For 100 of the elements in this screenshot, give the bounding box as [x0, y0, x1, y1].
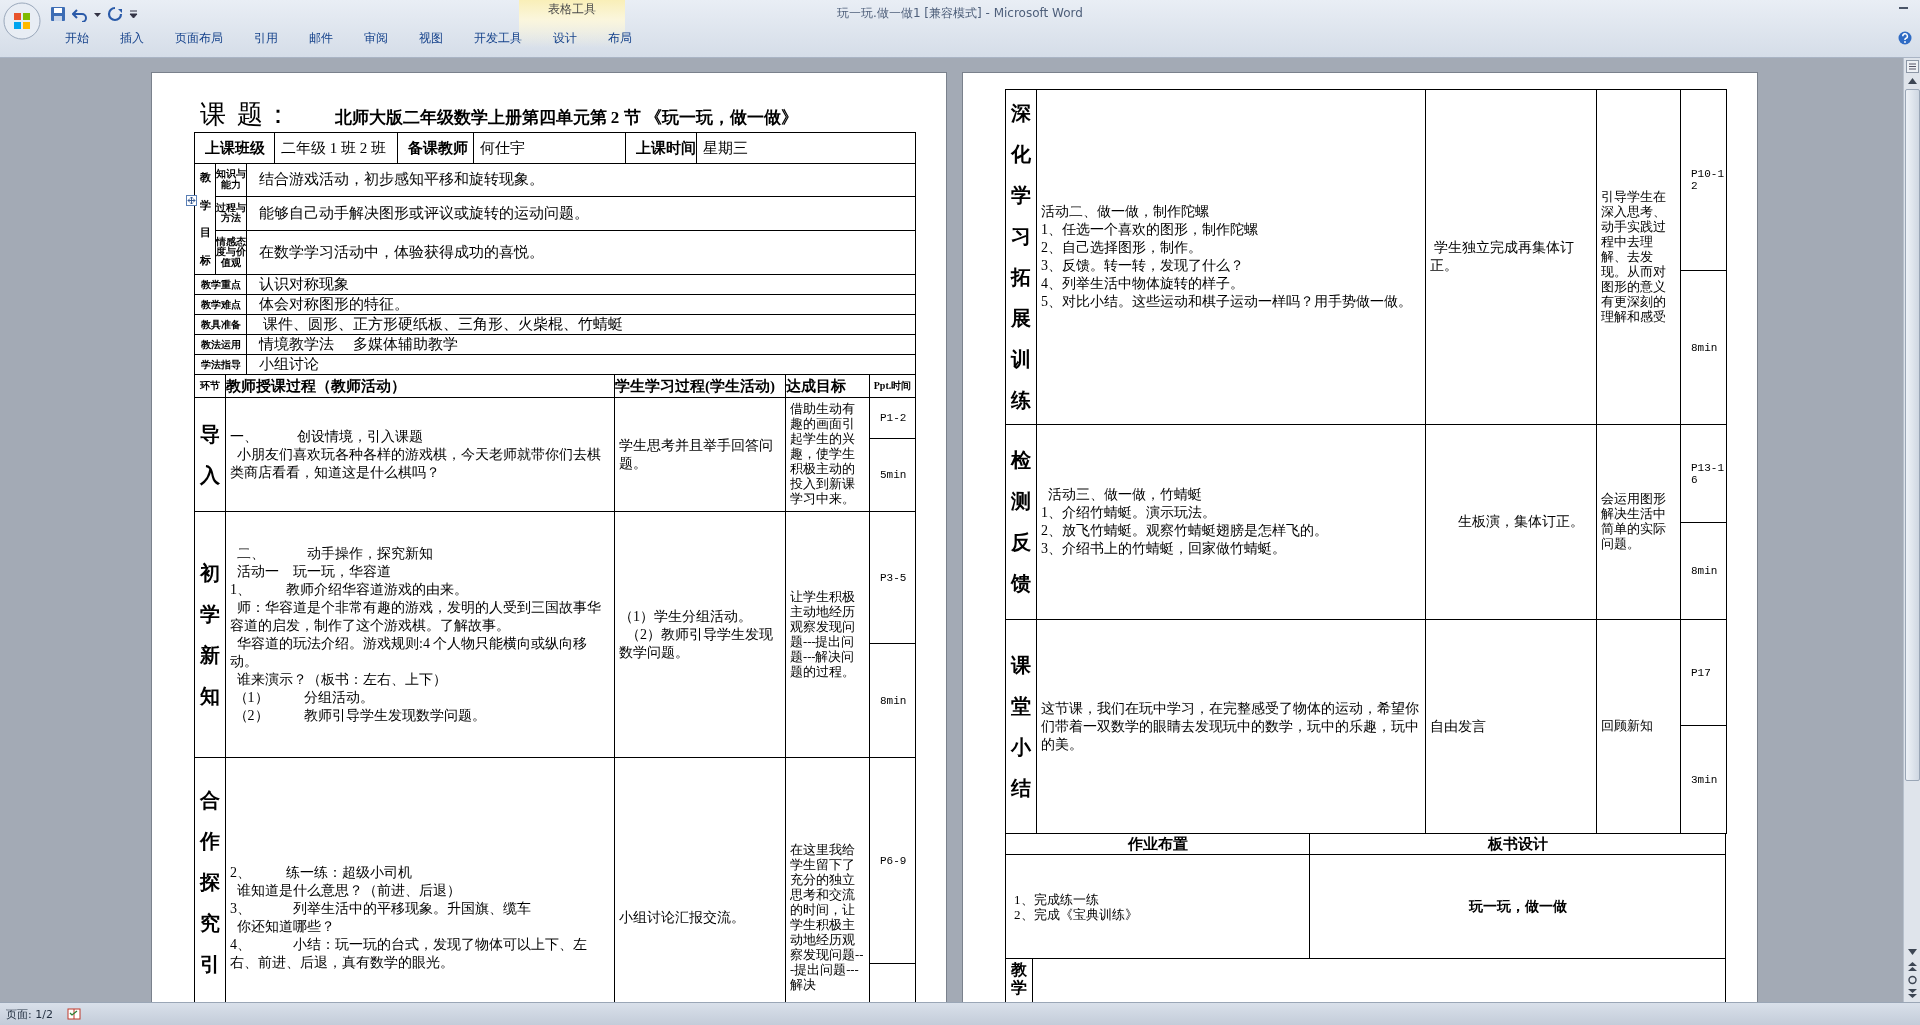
field-text: 体会对称图形的特征。	[258, 296, 409, 312]
paragraph: 5、对比小结。这些运动和棋子运动一样吗？用手势做一做。	[1040, 293, 1413, 311]
column-header: 教师授课过程（教师活动）	[226, 377, 406, 394]
paragraph: 谁来演示？（板书：左右、上下）	[236, 670, 448, 689]
slide-range: P10-12	[1691, 168, 1725, 192]
field-label: 教法运用	[199, 337, 242, 352]
duration: 5min	[880, 469, 907, 481]
duration: 8min	[1691, 565, 1718, 577]
goal-text: 在这里我给学生留下了充分的独立思考和交流的时间，让学生积极主动地经历观察发现问题---提出问题---解决	[789, 843, 865, 993]
ribbon-tab[interactable]: 审阅	[349, 27, 403, 49]
field-value: 星期三	[702, 139, 748, 156]
paragraph: 师：华容道是个非常有趣的游戏，发明的人受到三国故事华容道的启发，制作了这个游戏棋。了解故事。	[229, 598, 602, 635]
slide-range: P13-16	[1691, 461, 1725, 486]
paragraph: 2、放飞竹蜻蜓。观察竹蜻蜓翅膀是怎样飞的。	[1040, 522, 1329, 540]
column-header: 环节	[199, 379, 221, 393]
aspect-label: 知识与能力	[216, 169, 246, 191]
redo-icon[interactable]	[107, 5, 123, 22]
goal-text: 借助生动有趣的画面引起学生的兴趣，使学生积极主动的投入到新课学习中来。	[789, 402, 856, 507]
field-text: 小组讨论	[258, 356, 319, 372]
field-text: 情境教学法 多媒体辅助教学	[257, 336, 458, 352]
paragraph: （2） 教师引导学生发现数学问题。	[232, 706, 487, 725]
ribbon-tab[interactable]: 视图	[404, 27, 458, 49]
ribbon-tab[interactable]: 开始	[50, 27, 104, 49]
ribbon-tab[interactable]: 邮件	[294, 27, 348, 49]
stage-label: 检测反馈	[1011, 448, 1031, 596]
field-label: 上课时间	[635, 139, 696, 156]
column-header: 学生学习过程(学生活动)	[615, 377, 775, 394]
field-label: 教学重点	[199, 277, 242, 292]
homework-item: 1、完成练一练	[1013, 891, 1100, 907]
page-indicator[interactable]: 页面: 1/2	[6, 1006, 53, 1022]
tool-group-label: 表格工具	[548, 1, 596, 18]
office-button[interactable]	[3, 2, 41, 40]
paragraph: （1）学生分组活动。	[618, 607, 753, 626]
scroll-thumb[interactable]	[1904, 89, 1920, 781]
goal-text: 引导学生在深入思考、动手实践过程中去理解、去发现。从而对图形的意义有更深刻的理解和感受	[1600, 189, 1667, 325]
column-header: 达成目标	[786, 377, 846, 394]
goal-text: 会运用图形解决生活中简单的实际问题。	[1600, 492, 1667, 552]
field-label: 上课班级	[204, 139, 265, 156]
proofing-book-icon[interactable]	[66, 1007, 81, 1021]
paragraph: 1、任选一个喜欢的图形，制作陀螺	[1040, 221, 1259, 239]
table-move-handle-icon[interactable]	[186, 195, 197, 206]
slide-range: P6-9	[880, 854, 907, 867]
ribbon-tab[interactable]: 布局	[593, 27, 647, 49]
duration: 8min	[880, 694, 907, 707]
paragraph: 3、 列举生活中的平移现象。升国旗、缆车	[229, 900, 532, 918]
duration: 3min	[1691, 773, 1718, 786]
window-title: 玩一玩.做一做1 [兼容模式] - Microsoft Word	[837, 6, 1083, 20]
column-header: 作业布置	[1126, 834, 1189, 854]
paragraph: （1） 分组活动。	[232, 688, 375, 707]
paragraph: 3、介绍书上的竹蜻蜓，回家做竹蜻蜓。	[1040, 540, 1287, 558]
ruler-toggle-icon[interactable]	[1905, 60, 1919, 73]
objective-text: 在数学学习活动中，体验获得成功的喜悦。	[258, 243, 544, 260]
paragraph: 2、自己选择图形，制作。	[1040, 239, 1203, 257]
field-label: 教学难点	[199, 297, 242, 312]
paragraph: 1、 教师介绍华容道游戏的由来。	[229, 580, 469, 599]
help-icon[interactable]	[1898, 31, 1912, 45]
ribbon-tab[interactable]: 页面布局	[160, 27, 238, 49]
paragraph: 一、 创设情境，引入课题	[229, 427, 424, 446]
lesson-title-label: 课 题：	[200, 99, 293, 131]
paragraph: 活动二、做一做，制作陀螺	[1040, 203, 1210, 221]
field-value: 何仕宇	[479, 139, 525, 156]
paragraph: 生板演，集体订正。	[1457, 513, 1585, 531]
scroll-up-icon[interactable]	[1905, 75, 1919, 87]
paragraph: 4、列举生活中物体旋转的样子。	[1040, 275, 1245, 293]
paragraph: （2）教师引导学生发现数学问题。	[618, 625, 774, 662]
scroll-down-icon[interactable]	[1905, 946, 1919, 958]
ribbon-tab[interactable]: 设计	[538, 27, 592, 49]
browse-object-icon[interactable]	[1905, 974, 1919, 986]
homework-item: 2、完成《宝典训练》	[1013, 906, 1139, 922]
stage-label: 初学新知	[200, 560, 220, 709]
column-header: 板书设计	[1486, 834, 1549, 854]
paragraph: 谁知道是什么意思？（前进、后退）	[236, 882, 462, 900]
row-label: 教学	[1011, 960, 1027, 997]
field-label: 教具准备	[199, 317, 242, 332]
slide-range: P17	[1691, 666, 1711, 679]
save-icon[interactable]	[50, 5, 66, 22]
lesson-title: 北师大版二年级数学上册第四单元第 2 节 《玩一玩，做一做》	[334, 107, 798, 129]
ribbon-tab[interactable]: 插入	[105, 27, 159, 49]
stage-label: 课堂小结	[1011, 652, 1031, 801]
field-label: 备课教师	[407, 139, 468, 156]
aspect-label: 过程与方法	[216, 202, 246, 224]
ribbon-tab[interactable]: 开发工具	[459, 27, 537, 49]
goal-text: 回顾新知	[1600, 719, 1654, 734]
field-text: 课件、圆形、正方形硬纸板、三角形、火柴棍、竹蜻蜓	[261, 316, 623, 332]
slide-range: P1-2	[880, 412, 907, 424]
field-text: 认识对称现象	[258, 276, 349, 292]
minimize-icon[interactable]	[1899, 6, 1908, 10]
paragraph: 4、 小结：玩一玩的台式，发现了物体可以上下、左右、前进、后退，真有数学的眼光。	[229, 936, 588, 972]
ribbon-tab[interactable]: 引用	[239, 27, 293, 49]
paragraph: 小组讨论汇报交流。	[618, 909, 746, 927]
duration: 8min	[1691, 341, 1718, 354]
paragraph: 1、介绍竹蜻蜓。演示玩法。	[1040, 504, 1217, 522]
column-header: Ppt.时间	[872, 379, 913, 393]
stage-label: 合作探究引	[200, 788, 220, 977]
paragraph: 活动三、做一做，竹蜻蜓	[1047, 486, 1203, 504]
paragraph: 学生独立完成再集体订正。	[1429, 239, 1575, 275]
paragraph: 你还知道哪些？	[236, 918, 336, 936]
paragraph: 这节课，我们在玩中学习，在完整感受了物体的运动，希望你们带着一双数学的眼睛去发现玩中的数学，玩中的乐趣，玩中的美。	[1040, 699, 1420, 754]
paragraph: 3、反馈。转一转，发现了什么？	[1040, 257, 1245, 275]
field-label: 学法指导	[199, 357, 242, 372]
